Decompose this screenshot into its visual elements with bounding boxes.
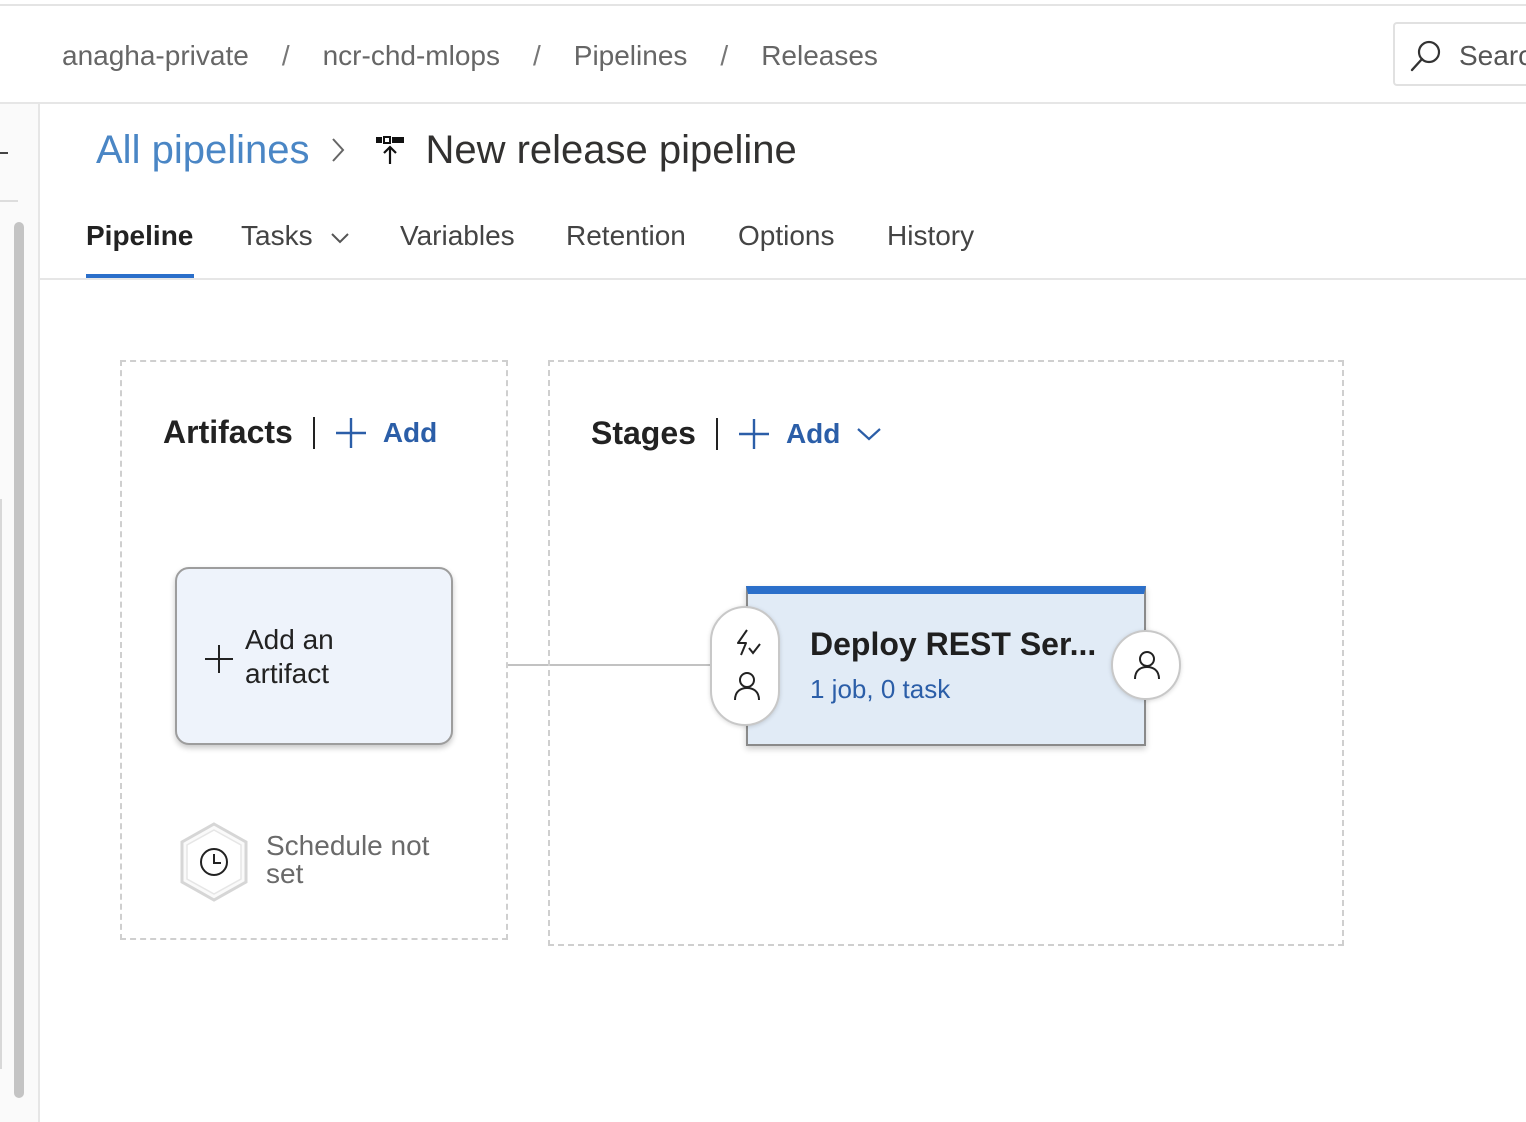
- search-icon: [1410, 40, 1441, 72]
- tab-pipeline[interactable]: Pipeline: [86, 220, 193, 252]
- plus-icon: [335, 417, 366, 448]
- chevron-down-icon: [857, 427, 882, 440]
- add-stage-button[interactable]: Add: [738, 418, 898, 450]
- chevron-down-icon: [331, 232, 350, 244]
- nav-edge: [0, 499, 2, 1069]
- search-box[interactable]: Search: [1393, 22, 1526, 86]
- person-icon: [1134, 651, 1160, 680]
- stage-name: Deploy REST Ser...: [810, 626, 1097, 662]
- tab-history[interactable]: History: [887, 220, 974, 252]
- chevron-right-icon: [332, 138, 345, 162]
- active-tab-indicator: [86, 274, 194, 278]
- add-artifact-label: Add: [382, 416, 438, 448]
- artifacts-heading: Artifacts: [163, 414, 293, 450]
- artifacts-header: Artifacts Add: [163, 414, 437, 451]
- left-nav-panel: [0, 104, 40, 1122]
- breadcrumb-project[interactable]: ncr-chd-mlops: [323, 40, 500, 72]
- stage-summary-link[interactable]: 1 job, 0 task: [810, 674, 950, 705]
- nav-scrollbar[interactable]: [14, 222, 24, 1098]
- breadcrumb-separator: /: [281, 40, 290, 71]
- plus-icon: [205, 645, 233, 673]
- release-pipeline-icon: [376, 136, 405, 164]
- add-artifact-card[interactable]: Add an artifact: [175, 567, 453, 745]
- lightning-icon: [737, 629, 761, 656]
- stages-heading: Stages: [591, 415, 696, 451]
- nav-divider: [0, 200, 18, 202]
- collapse-indicator[interactable]: [0, 152, 8, 154]
- stages-header: Stages Add: [591, 415, 898, 452]
- tab-retention[interactable]: Retention: [566, 220, 686, 252]
- tab-variables[interactable]: Variables: [400, 220, 515, 252]
- tab-options[interactable]: Options: [738, 220, 835, 252]
- heading-divider: [312, 416, 315, 449]
- tab-tasks-label: Tasks: [241, 220, 313, 251]
- person-icon: [734, 672, 760, 701]
- pre-deployment-conditions[interactable]: [710, 606, 780, 726]
- schedule-status[interactable]: Schedule not set: [266, 832, 466, 888]
- tab-bar: Pipeline Tasks Variables Retention Optio…: [40, 206, 1526, 280]
- breadcrumb-separator: /: [720, 40, 729, 71]
- page-title: New release pipeline: [425, 127, 797, 172]
- stage-card[interactable]: Deploy REST Ser... 1 job, 0 task: [746, 586, 1146, 746]
- breadcrumb: anagha-private / ncr-chd-mlops / Pipelin…: [62, 40, 878, 72]
- heading-divider: [715, 417, 718, 450]
- breadcrumb-pipelines[interactable]: Pipelines: [574, 40, 688, 72]
- all-pipelines-link[interactable]: All pipelines: [96, 128, 309, 173]
- add-artifact-card-label: Add an artifact: [245, 624, 334, 689]
- clock-icon[interactable]: [178, 822, 250, 902]
- top-header: anagha-private / ncr-chd-mlops / Pipelin…: [0, 6, 1526, 104]
- tab-tasks[interactable]: Tasks: [241, 220, 350, 252]
- plus-icon: [738, 418, 769, 449]
- breadcrumb-releases[interactable]: Releases: [761, 40, 878, 72]
- add-stage-label: Add: [785, 417, 841, 449]
- breadcrumb-separator: /: [532, 40, 541, 71]
- add-artifact-button[interactable]: Add: [335, 417, 437, 449]
- title-row: All pipelines New release pipeline: [96, 120, 797, 180]
- post-deployment-conditions[interactable]: [1111, 630, 1181, 700]
- search-placeholder: Search: [1459, 40, 1526, 71]
- breadcrumb-org[interactable]: anagha-private: [62, 40, 249, 72]
